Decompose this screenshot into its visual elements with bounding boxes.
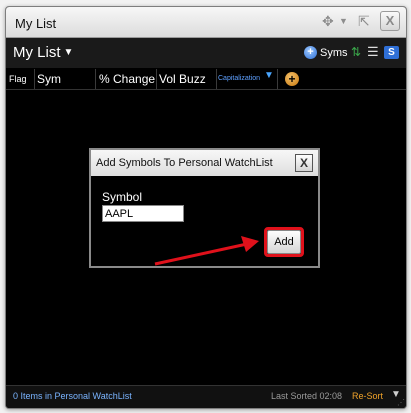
column-header-sym[interactable]: Sym [35, 69, 96, 89]
symbol-label: Symbol [102, 190, 143, 204]
status-bar: 0 Items in Personal WatchList Last Sorte… [6, 385, 406, 408]
s-button-label: S [388, 47, 395, 58]
add-symbols-icon[interactable]: + [304, 46, 317, 59]
sort-desc-icon[interactable]: ▼ [264, 70, 274, 81]
column-header-change[interactable]: % Change [96, 69, 157, 89]
column-header-flag[interactable]: Flag [6, 69, 35, 89]
popout-icon[interactable]: ⇱ [358, 13, 370, 29]
arrow-shaft [154, 242, 248, 266]
dialog-header: Add Symbols To Personal WatchList X [91, 150, 318, 176]
caret-down-icon: ▼ [63, 47, 74, 58]
red-arrow-annotation [154, 236, 259, 266]
column-header-vol-buzz[interactable]: Vol Buzz [157, 69, 217, 89]
item-count: 0 Items in Personal WatchList [13, 391, 132, 401]
resort-link[interactable]: Re-Sort [352, 391, 383, 401]
menu-icon[interactable]: ☰ [367, 44, 379, 60]
chevron-down-icon[interactable]: ▼ [339, 13, 348, 29]
s-menu-button[interactable]: S [384, 46, 399, 59]
dialog-close-button[interactable]: X [295, 154, 313, 172]
syms-button[interactable]: Syms [320, 47, 348, 59]
column-headers: Flag Sym % Change Vol Buzz Capitalizatio… [6, 69, 406, 90]
symbol-input[interactable] [102, 205, 184, 222]
title-bar: My List ✥ ▼ ⇱ X [6, 7, 406, 38]
last-sorted: Last Sorted 02:08 [271, 391, 343, 401]
resize-grip-icon[interactable]: ⋰ [397, 398, 405, 407]
arrow-head [241, 236, 259, 252]
add-column-icon[interactable]: + [285, 72, 299, 86]
sort-icon[interactable]: ⇅ [351, 45, 361, 59]
move-icon[interactable]: ✥ [322, 13, 334, 29]
list-toolbar: My List ▼ + Syms ⇅ ☰ S [6, 38, 406, 68]
add-button[interactable]: Add [267, 230, 301, 254]
list-name: My List [13, 44, 61, 61]
dialog-title: Add Symbols To Personal WatchList [96, 157, 273, 169]
list-selector[interactable]: My List ▼ [13, 44, 73, 61]
watchlist-window: My List ✥ ▼ ⇱ X My List ▼ + Syms ⇅ ☰ S Fl… [5, 6, 407, 409]
close-window-button[interactable]: X [380, 11, 400, 31]
window-title: My List [15, 16, 57, 31]
